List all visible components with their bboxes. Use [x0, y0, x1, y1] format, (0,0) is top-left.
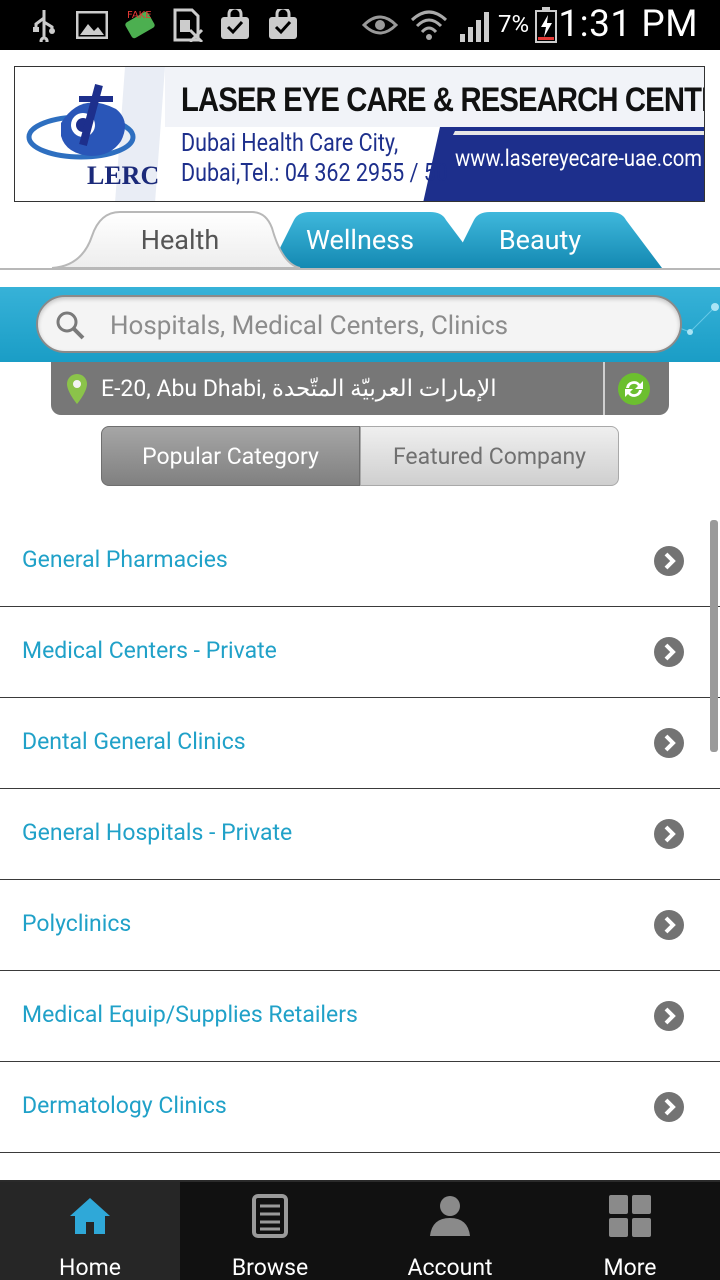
featured-company-tab[interactable]: Featured Company — [360, 426, 619, 486]
list-item[interactable]: Medical Equip/Supplies Retailers — [0, 971, 720, 1062]
home-icon — [66, 1192, 114, 1244]
chevron-right-icon — [654, 637, 684, 667]
svg-text:FAKE: FAKE — [127, 10, 152, 21]
battery-percent: 7% — [498, 10, 530, 38]
chevron-right-icon — [654, 1092, 684, 1122]
nav-home[interactable]: Home — [0, 1182, 180, 1280]
fake-gps-icon: FAKE — [120, 8, 160, 42]
list-item[interactable]: General Hospitals - Private — [0, 789, 720, 880]
list-item-label: Medical Equip/Supplies Retailers — [22, 1001, 358, 1028]
nav-browse[interactable]: Browse — [180, 1182, 360, 1280]
list-item-label: General Pharmacies — [22, 546, 228, 573]
nav-more-label: More — [603, 1254, 657, 1280]
list-item-label: Dental General Clinics — [22, 728, 246, 755]
list-scrollbar[interactable] — [710, 520, 718, 752]
banner-line-1: Dubai Health Care City, — [181, 129, 399, 158]
list-item-label: Polyclinics — [22, 910, 132, 937]
chevron-right-icon — [654, 1001, 684, 1031]
usb-icon — [30, 8, 58, 42]
banner-logo-text: LERC — [87, 161, 160, 190]
list-item[interactable]: Dental General Clinics — [0, 698, 720, 789]
sim-blocked-icon — [172, 8, 204, 42]
banner-ad[interactable]: LERC LASER EYE CARE & RESEARCH CENTER Du… — [14, 66, 705, 202]
image-icon — [75, 8, 109, 42]
tab-beauty[interactable]: Beauty — [470, 224, 610, 256]
eye-icon — [362, 8, 398, 42]
search-input[interactable]: Hospitals, Medical Centers, Clinics — [36, 295, 682, 353]
search-icon — [54, 309, 86, 345]
nav-account-label: Account — [407, 1254, 493, 1280]
nav-home-label: Home — [59, 1254, 121, 1280]
banner-url: www.lasereyecare-uae.com — [455, 145, 703, 172]
shopping-bag-icon — [218, 8, 252, 42]
category-tabs: Health Wellness Beauty — [0, 208, 720, 272]
location-bar[interactable]: E-20, Abu Dhabi, الإمارات العربيّة المتّ… — [51, 362, 669, 415]
tabs-underline — [0, 268, 720, 270]
list-item-label: Medical Centers - Private — [22, 637, 277, 664]
signal-icon — [458, 8, 494, 42]
list-item[interactable]: General Pharmacies — [0, 516, 720, 607]
banner-line-2: Dubai,Tel.: 04 362 2955 / 50 — [181, 159, 448, 188]
nav-account[interactable]: Account — [360, 1182, 540, 1280]
grid-icon — [606, 1192, 654, 1244]
status-bar: FAKE 7% 1:31 PM — [0, 0, 720, 50]
chevron-right-icon — [654, 819, 684, 849]
wifi-icon — [410, 8, 448, 42]
nav-browse-label: Browse — [231, 1254, 309, 1280]
list-item-label: General Hospitals - Private — [22, 819, 293, 846]
list-item[interactable]: Dermatology Clinics — [0, 1062, 720, 1153]
shopping-bag-check-icon — [266, 8, 300, 42]
battery-charging-icon — [534, 7, 558, 43]
tab-wellness[interactable]: Wellness — [290, 224, 430, 256]
list-item[interactable]: Polyclinics — [0, 880, 720, 971]
chevron-right-icon — [654, 910, 684, 940]
popular-category-tab[interactable]: Popular Category — [101, 426, 360, 486]
search-placeholder: Hospitals, Medical Centers, Clinics — [110, 311, 509, 341]
user-icon — [426, 1192, 474, 1244]
refresh-location-icon[interactable] — [617, 372, 651, 410]
list-icon — [246, 1192, 294, 1244]
location-divider — [603, 362, 605, 415]
location-pin-icon — [65, 372, 89, 410]
list-item[interactable]: Medical Centers - Private — [0, 607, 720, 698]
banner-title: LASER EYE CARE & RESEARCH CENTER — [181, 81, 705, 119]
location-text: E-20, Abu Dhabi, الإمارات العربيّة المتّ… — [101, 375, 497, 402]
tab-health[interactable]: Health — [110, 224, 250, 256]
chevron-right-icon — [654, 546, 684, 576]
nav-more[interactable]: More — [540, 1182, 720, 1280]
bottom-navigation: Home Browse Account More — [0, 1180, 720, 1280]
category-list: General Pharmacies Medical Centers - Pri… — [0, 516, 720, 1153]
clock: 1:31 PM — [558, 3, 698, 46]
chevron-right-icon — [654, 728, 684, 758]
list-item-label: Dermatology Clinics — [22, 1092, 227, 1119]
